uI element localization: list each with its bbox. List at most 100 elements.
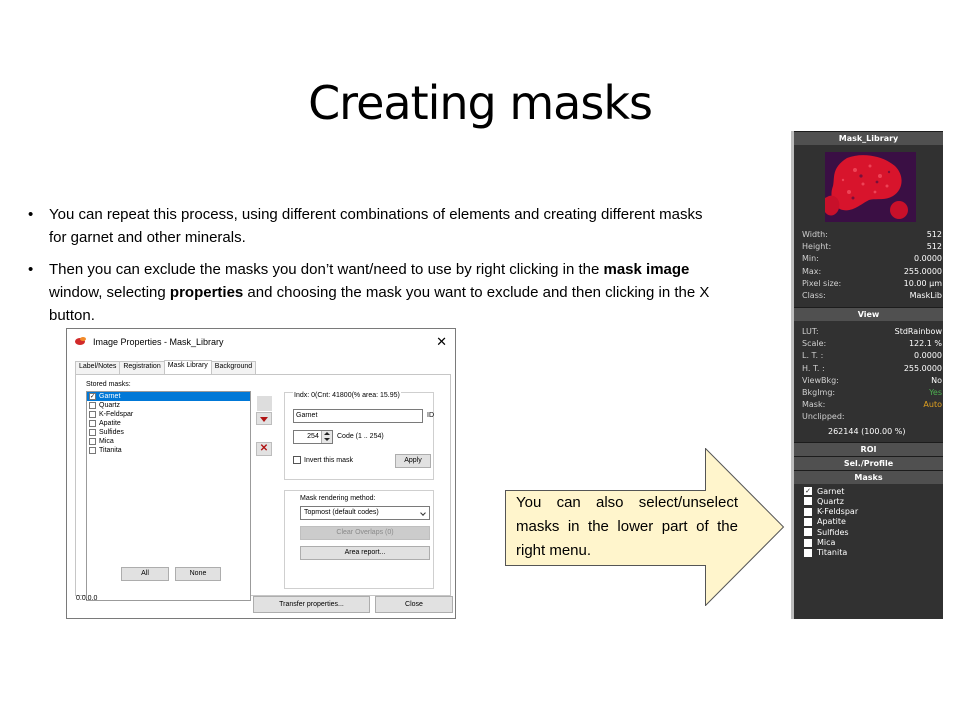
area-report-button[interactable]: Area report... — [300, 546, 430, 560]
mask-checkbox[interactable]: ✓ — [804, 487, 812, 495]
stored-mask-label: K-Feldspar — [99, 411, 134, 418]
mask-checkbox[interactable] — [804, 497, 812, 506]
info-row: Mask: Auto — [802, 399, 942, 411]
mask-thumbnail — [825, 152, 916, 222]
info-row: Pixel size: 10.00 µm — [802, 278, 942, 290]
info-row: Min: 0.0000 — [802, 253, 942, 265]
checkbox-box[interactable] — [293, 456, 301, 464]
info-row: Width: 512 — [802, 229, 942, 241]
close-icon[interactable]: ✕ — [436, 334, 447, 350]
info-label: Unclipped: — [802, 412, 845, 422]
close-button[interactable]: Close — [375, 596, 453, 613]
bullet-text: window, selecting — [49, 284, 170, 301]
mask-checkbox[interactable]: ✓ — [89, 393, 96, 400]
id-label: ID — [427, 412, 434, 419]
mask-checkbox[interactable] — [804, 548, 812, 557]
info-value: 0.0000 — [914, 351, 942, 361]
mask-checkbox[interactable] — [89, 438, 96, 445]
info-label: Width: — [802, 230, 828, 239]
mask-list-item[interactable]: K-Feldspar — [804, 507, 858, 517]
info-value: 255.0000 — [903, 266, 942, 276]
info-row: LUT: StdRainbow — [802, 326, 942, 338]
exclude-mask-button[interactable]: ✕ — [256, 442, 272, 456]
select-none-button[interactable]: None — [175, 567, 221, 581]
info-row: Max: 255.0000 — [802, 266, 942, 278]
mask-list-item[interactable]: Apatite — [804, 517, 846, 527]
masks-header[interactable]: Masks — [794, 470, 943, 484]
roi-header[interactable]: ROI — [794, 442, 943, 456]
tab-mask-library[interactable]: Mask Library — [163, 360, 212, 374]
bullet-item: You can repeat this process, using diffe… — [28, 203, 718, 249]
info-row: H. T. : 255.0000 — [802, 363, 942, 375]
dialog-titlebar: Image Properties - Mask_Library ✕ — [67, 329, 455, 354]
mask-list-item[interactable]: Quartz — [804, 496, 844, 506]
mask-list-item[interactable]: Mica — [804, 538, 835, 548]
mask-list-item[interactable]: Titanita — [804, 548, 847, 558]
mask-label: Quartz — [817, 496, 844, 506]
mask-checkbox[interactable] — [804, 528, 812, 537]
apply-button[interactable]: Apply — [395, 454, 431, 468]
code-spinner[interactable] — [321, 431, 332, 443]
bullet-bold-text: mask image — [603, 261, 690, 278]
invert-mask-checkbox[interactable]: Invert this mask — [293, 456, 353, 464]
stored-mask-item[interactable]: Apatite — [87, 419, 250, 428]
render-method-select[interactable]: Topmost (default codes) — [300, 506, 430, 520]
image-title-header[interactable]: Mask_Library — [794, 131, 943, 145]
info-value: 122.1 % — [908, 339, 942, 349]
stored-mask-item[interactable]: Sulfides — [87, 428, 250, 437]
info-value: 0.0000 — [914, 254, 942, 264]
mask-checkbox[interactable] — [804, 517, 812, 526]
mask-list-item[interactable]: Sulfides — [804, 527, 849, 537]
mask-label: Titanita — [817, 548, 848, 558]
list-scroll-button[interactable] — [257, 396, 272, 411]
right-menu-panel: Mask_Library Width: 512 Height: 512 Min: 0.00… — [791, 131, 943, 619]
tab-registration[interactable]: Registration — [119, 361, 165, 374]
info-label: Class: — [802, 291, 826, 300]
stored-mask-item[interactable]: Titanita — [87, 446, 250, 455]
info-value: StdRainbow — [894, 327, 942, 336]
info-row: Height: 512 — [802, 241, 942, 253]
stored-mask-item[interactable]: K-Feldspar — [87, 410, 250, 419]
mask-checkbox[interactable] — [89, 429, 96, 436]
info-label: Mask: — [802, 400, 826, 410]
select-all-button[interactable]: All — [121, 567, 169, 581]
rendering-group: Mask rendering method: Topmost (default … — [284, 490, 434, 589]
mask-checkbox[interactable] — [89, 420, 96, 427]
mask-checkbox[interactable] — [804, 538, 812, 547]
dialog-tabs: Label/Notes Registration Mask Library Ba… — [75, 360, 257, 374]
stored-mask-item[interactable]: Quartz — [87, 401, 250, 410]
stored-mask-item[interactable]: ✓ Garnet — [87, 392, 250, 401]
version-label: 0.0.0.0 — [76, 595, 98, 602]
info-value: 512 — [926, 242, 942, 252]
invert-mask-label: Invert this mask — [304, 456, 354, 464]
mask-checkbox[interactable] — [89, 411, 96, 418]
mask-library-panel: Stored masks: ✓ Garnet Quartz K-Feldspar Apa… — [75, 374, 451, 601]
mask-index-info: Indx: 0(Cnt: 41800(% area: 15.95) — [293, 392, 401, 399]
info-label: BkgImg: — [802, 388, 836, 397]
bullet-item: Then you can exclude the masks you don’t… — [28, 258, 718, 327]
tab-label-notes[interactable]: Label/Notes — [75, 361, 121, 374]
info-label: L. T. : — [802, 351, 824, 361]
stored-mask-label: Garnet — [99, 393, 121, 400]
view-header[interactable]: View — [794, 307, 943, 321]
callout-text: You can also select/unselect masks in th… — [516, 494, 738, 559]
mask-checkbox[interactable] — [89, 402, 96, 409]
tab-background[interactable]: Background — [210, 361, 257, 374]
mask-name-field[interactable]: Garnet — [293, 409, 423, 423]
stored-mask-item[interactable]: Mica — [87, 437, 250, 446]
info-row: BkgImg: Yes — [802, 387, 942, 399]
mask-checkbox[interactable] — [804, 507, 812, 516]
mask-list-item[interactable]: ✓ Garnet — [804, 486, 844, 496]
transfer-properties-button[interactable]: Transfer properties... — [253, 596, 370, 613]
mask-checkbox[interactable] — [89, 447, 96, 454]
info-value: No — [931, 375, 942, 385]
mask-thumbnail-image — [825, 152, 916, 222]
stored-mask-label: Mica — [99, 438, 114, 445]
info-label: Scale: — [802, 339, 827, 349]
info-row: Class: MaskLib — [802, 290, 942, 302]
callout-arrow: You can also select/unselect masks in th… — [505, 448, 785, 606]
move-down-button[interactable] — [256, 412, 272, 425]
sel-profile-header[interactable]: Sel./Profile — [794, 456, 943, 470]
bullet-text: Then you can exclude the masks you don’t… — [49, 261, 604, 278]
info-value: MaskLib — [909, 291, 942, 300]
